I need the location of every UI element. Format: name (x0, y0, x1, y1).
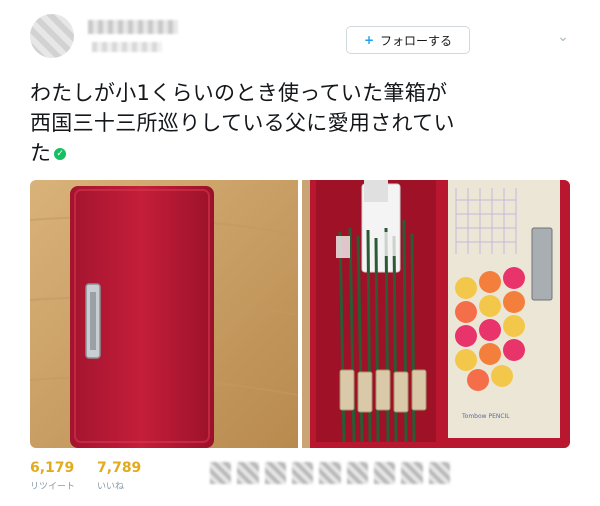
tweet-header: + フォローする ⌄ (0, 0, 600, 70)
tweet-text-line-2: 西国三十三所巡りしている父に愛用されてい (30, 111, 455, 135)
photo-pencil-case-open[interactable]: Tombow PENCIL (302, 180, 570, 448)
photo-grid: Tombow PENCIL (30, 180, 570, 448)
liker-avatar[interactable] (346, 462, 368, 484)
user-handle-blurred (92, 42, 162, 52)
retweet-stat[interactable]: 6,179 リツイート (30, 460, 75, 492)
tweet-text-line-3: た (30, 141, 52, 165)
avatar[interactable] (30, 14, 74, 58)
case-brand-label: Tombow PENCIL (461, 413, 510, 420)
like-stat[interactable]: 7,789 いいね (97, 460, 141, 492)
retweet-count: 6,179 (30, 460, 75, 476)
liker-avatar[interactable] (291, 462, 314, 484)
liker-avatar[interactable] (319, 462, 341, 484)
tweet-text-line-1: わたしが小1くらいのとき使っていた筆箱が (30, 81, 448, 105)
liker-avatar[interactable] (428, 462, 450, 484)
chevron-down-icon[interactable]: ⌄ (556, 30, 570, 44)
like-count: 7,789 (97, 460, 142, 476)
follow-button-label: フォローする (380, 33, 453, 48)
add-user-icon: + (363, 33, 375, 47)
follow-button[interactable]: + フォローする (346, 26, 470, 54)
verified-badge-icon: ✓ (54, 148, 67, 160)
liker-avatar[interactable] (264, 462, 286, 484)
display-name-blurred[interactable] (88, 20, 178, 34)
tweet-text: わたしが小1くらいのとき使っていた筆箱が 西国三十三所巡りしている父に愛用されて… (30, 78, 575, 168)
like-label: いいね (97, 482, 125, 492)
retweet-label: リツイート (30, 482, 76, 492)
tweet-stats: 6,179 リツイート 7,789 いいね (30, 460, 141, 492)
liker-avatar[interactable] (210, 462, 232, 484)
liker-avatar[interactable] (373, 462, 396, 484)
liker-avatar[interactable] (401, 462, 423, 484)
liker-avatar[interactable] (237, 462, 259, 484)
liker-avatars-blurred (210, 462, 450, 488)
photo-pencil-case-closed[interactable] (30, 180, 298, 448)
